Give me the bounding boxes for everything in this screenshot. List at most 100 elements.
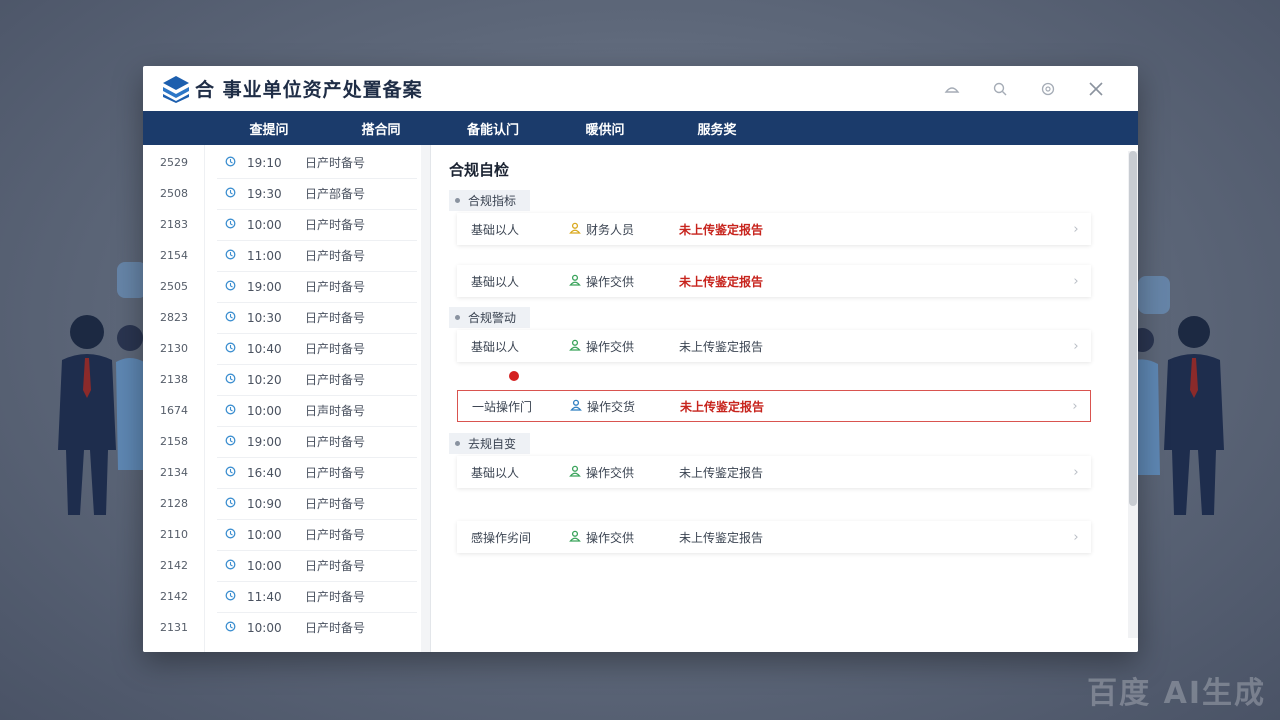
- chevron-right-icon: ›: [1073, 221, 1079, 237]
- right-scrollbar[interactable]: [1128, 151, 1138, 638]
- clock-icon: [205, 218, 236, 232]
- person-icon: [569, 530, 581, 545]
- red-marker-dot: [509, 371, 519, 381]
- section-title: 合规自检: [449, 161, 510, 179]
- item-name: 基础以人: [471, 274, 520, 289]
- list-item[interactable]: 2183 10:00 日产时备号: [143, 209, 419, 240]
- watermark: 百度 AI生成: [1087, 676, 1266, 711]
- list-item[interactable]: 2142 11:40 日产时备号: [143, 581, 419, 612]
- item-role: 财务人员: [569, 221, 679, 238]
- record-id: 2154: [160, 249, 188, 262]
- chevron-right-icon: ›: [1072, 398, 1078, 414]
- record-name: 日产时备号: [305, 249, 366, 263]
- chevron-right-icon: ›: [1073, 338, 1079, 354]
- list-item[interactable]: 2128 10:90 日产时备号: [143, 488, 419, 519]
- app-logo-icon: [163, 75, 189, 103]
- clock-icon: [205, 156, 236, 170]
- nav-item-2[interactable]: 搭合同: [325, 119, 437, 138]
- top-navbar: 查提问 搭合同 备能认门 暖供问 服务奖: [143, 111, 1138, 145]
- record-id: 2134: [160, 466, 188, 479]
- record-time: 19:00: [247, 434, 282, 449]
- clock-icon: [205, 404, 236, 418]
- record-id: 2823: [160, 311, 188, 324]
- compliance-item-row[interactable]: 基础以人 操作交供 未上传鉴定报告 ›: [457, 265, 1091, 297]
- item-status: 未上传鉴定报告: [679, 222, 764, 237]
- nav-item-3[interactable]: 备能认门: [437, 119, 549, 138]
- item-role: 操作交供: [569, 338, 679, 355]
- record-time: 11:40: [247, 589, 282, 604]
- nav-item-1[interactable]: 查提问: [213, 119, 325, 138]
- record-id: 2131: [160, 621, 188, 634]
- item-role: 操作交货: [570, 398, 680, 415]
- item-status: 未上传鉴定报告: [679, 530, 764, 545]
- list-item[interactable]: 2154 11:00 日产时备号: [143, 240, 419, 271]
- list-item[interactable]: 2158 19:00 日产时备号: [143, 426, 419, 457]
- group-label-text: 去规自变: [468, 437, 517, 451]
- record-name: 日产时备号: [305, 559, 366, 573]
- person-icon: [569, 274, 581, 289]
- record-time: 19:30: [247, 186, 282, 201]
- item-status: 未上传鉴定报告: [679, 339, 764, 354]
- item-role: 操作交供: [569, 529, 679, 546]
- chevron-right-icon: ›: [1073, 464, 1079, 480]
- record-name: 日产时备号: [305, 342, 366, 356]
- compliance-item-row[interactable]: 一站操作门 操作交货 未上传鉴定报告 ›: [457, 390, 1091, 422]
- person-silhouette-right: [1130, 316, 1224, 515]
- item-name: 基础以人: [471, 465, 520, 480]
- search-icon[interactable]: [976, 66, 1024, 111]
- group-label-text: 合规指标: [468, 194, 517, 208]
- clock-icon: [205, 621, 236, 635]
- item-role: 操作交供: [569, 273, 679, 290]
- record-time: 10:00: [247, 217, 282, 232]
- settings-icon[interactable]: [1024, 66, 1072, 111]
- group-label-text: 合规警动: [468, 311, 517, 325]
- group-label: 合规指标: [449, 190, 531, 211]
- list-item[interactable]: 2131 10:00 日产时备号: [143, 612, 419, 643]
- item-status: 未上传鉴定报告: [679, 465, 764, 480]
- clock-icon: [205, 342, 236, 356]
- left-scrollbar[interactable]: [421, 145, 430, 652]
- record-id: 2505: [160, 280, 188, 293]
- clock-icon: [205, 497, 236, 511]
- list-item[interactable]: 2529 19:10 日产时备号: [143, 147, 419, 178]
- close-icon[interactable]: [1072, 66, 1120, 111]
- record-name: 日产时备号: [305, 156, 366, 170]
- list-item[interactable]: 2505 19:00 日产时备号: [143, 271, 419, 302]
- window-controls: [928, 66, 1120, 111]
- item-name: 一站操作门: [472, 399, 533, 414]
- record-name: 日产部备号: [305, 187, 366, 201]
- list-item[interactable]: 2823 10:30 日产时备号: [143, 302, 419, 333]
- nav-item-5[interactable]: 服务奖: [661, 119, 773, 138]
- compliance-item-row[interactable]: 基础以人 操作交供 未上传鉴定报告 ›: [457, 456, 1091, 488]
- list-item[interactable]: 2130 10:40 日产时备号: [143, 333, 419, 364]
- record-id: 2158: [160, 435, 188, 448]
- minimize-icon[interactable]: [928, 66, 976, 111]
- compliance-item-row[interactable]: 感操作劣间 操作交供 未上传鉴定报告 ›: [457, 521, 1091, 553]
- nav-item-4[interactable]: 暖供问: [549, 119, 661, 138]
- titlebar: 合 事业单位资产处置备案: [143, 66, 1138, 111]
- clock-icon: [205, 187, 236, 201]
- item-status: 未上传鉴定报告: [680, 399, 765, 414]
- record-name: 日产时备号: [305, 373, 366, 387]
- item-role-text: 操作交供: [586, 465, 635, 480]
- bullet-icon: [455, 198, 460, 203]
- compliance-item-row[interactable]: 基础以人 财务人员 未上传鉴定报告 ›: [457, 213, 1091, 245]
- clock-icon: [205, 311, 236, 325]
- record-time: 10:40: [247, 341, 282, 356]
- record-name: 日产时备号: [305, 621, 366, 635]
- list-item[interactable]: 2508 19:30 日产部备号: [143, 178, 419, 209]
- item-role: 操作交供: [569, 464, 679, 481]
- record-id: 2142: [160, 559, 188, 572]
- clock-icon: [205, 435, 236, 449]
- record-time: 10:00: [247, 558, 282, 573]
- list-item[interactable]: 2138 10:20 日产时备号: [143, 364, 419, 395]
- record-id: 2529: [160, 156, 188, 169]
- clock-icon: [205, 590, 236, 604]
- list-item[interactable]: 2134 16:40 日产时备号: [143, 457, 419, 488]
- compliance-item-row[interactable]: 基础以人 操作交供 未上传鉴定报告 ›: [457, 330, 1091, 362]
- list-item[interactable]: 2110 10:00 日产时备号: [143, 519, 419, 550]
- record-name: 日产时备号: [305, 218, 366, 232]
- list-item[interactable]: 1674 10:00 日声时备号: [143, 395, 419, 426]
- list-item[interactable]: 2142 10:00 日产时备号: [143, 550, 419, 581]
- scrollbar-thumb[interactable]: [1129, 151, 1137, 506]
